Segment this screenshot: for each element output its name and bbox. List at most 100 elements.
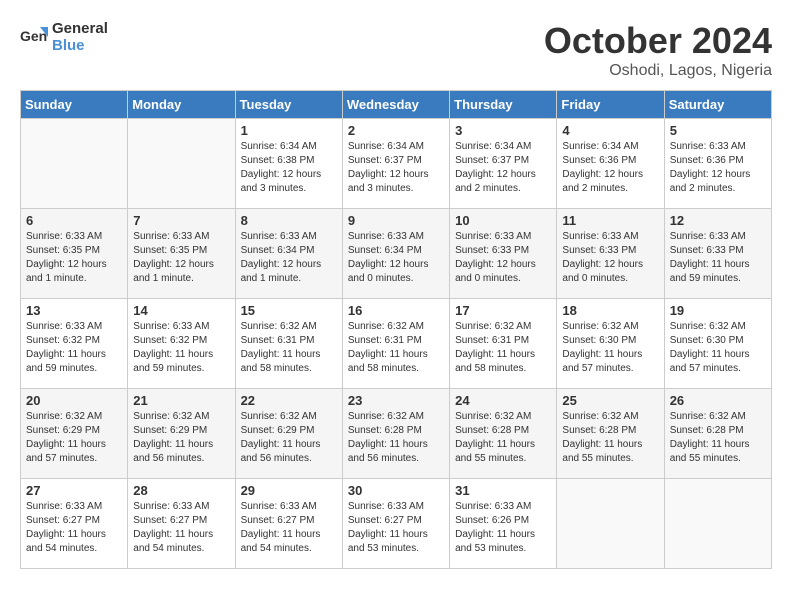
- day-info: Sunrise: 6:33 AM Sunset: 6:27 PM Dayligh…: [348, 500, 444, 556]
- day-cell: [557, 479, 664, 569]
- day-info: Sunrise: 6:33 AM Sunset: 6:33 PM Dayligh…: [670, 230, 766, 286]
- day-info: Sunrise: 6:32 AM Sunset: 6:29 PM Dayligh…: [241, 410, 337, 466]
- day-cell: 12 Sunrise: 6:33 AM Sunset: 6:33 PM Dayli…: [664, 209, 771, 299]
- day-cell: 27 Sunrise: 6:33 AM Sunset: 6:27 PM Dayli…: [21, 479, 128, 569]
- day-number: 20: [26, 393, 122, 408]
- day-cell: 8 Sunrise: 6:33 AM Sunset: 6:34 PM Daylig…: [235, 209, 342, 299]
- day-number: 4: [562, 123, 658, 138]
- day-info: Sunrise: 6:32 AM Sunset: 6:30 PM Dayligh…: [562, 320, 658, 376]
- day-cell: 19Sunrise: 6:32 AM Sunset: 6:30 PM Dayli…: [664, 299, 771, 389]
- day-number: 21: [133, 393, 229, 408]
- week-row-2: 6 Sunrise: 6:33 AM Sunset: 6:35 PM Daylig…: [21, 209, 772, 299]
- location-subtitle: Oshodi, Lagos, Nigeria: [544, 62, 772, 80]
- day-number: 28: [133, 483, 229, 498]
- header-cell-sunday: Sunday: [21, 91, 128, 119]
- day-number: 24: [455, 393, 551, 408]
- logo: Gen General Blue: [20, 20, 108, 54]
- day-info: Sunrise: 6:33 AM Sunset: 6:34 PM Dayligh…: [241, 230, 337, 286]
- day-number: 14: [133, 303, 229, 318]
- day-info: Sunrise: 6:32 AM Sunset: 6:28 PM Dayligh…: [455, 410, 551, 466]
- day-cell: 7 Sunrise: 6:33 AM Sunset: 6:35 PM Daylig…: [128, 209, 235, 299]
- day-info: Sunrise: 6:33 AM Sunset: 6:27 PM Dayligh…: [241, 500, 337, 556]
- header-cell-thursday: Thursday: [450, 91, 557, 119]
- day-number: 30: [348, 483, 444, 498]
- day-cell: 23 Sunrise: 6:32 AM Sunset: 6:28 PM Dayli…: [342, 389, 449, 479]
- day-cell: 26 Sunrise: 6:32 AM Sunset: 6:28 PM Dayli…: [664, 389, 771, 479]
- logo-icon: Gen: [20, 23, 48, 51]
- day-info: Sunrise: 6:33 AM Sunset: 6:32 PM Dayligh…: [26, 320, 122, 376]
- header-cell-saturday: Saturday: [664, 91, 771, 119]
- day-info: Sunrise: 6:34 AM Sunset: 6:37 PM Dayligh…: [455, 140, 551, 196]
- day-info: Sunrise: 6:32 AM Sunset: 6:28 PM Dayligh…: [562, 410, 658, 466]
- day-info: Sunrise: 6:32 AM Sunset: 6:31 PM Dayligh…: [241, 320, 337, 376]
- title-block: October 2024 Oshodi, Lagos, Nigeria: [544, 20, 772, 80]
- day-number: 6: [26, 213, 122, 228]
- logo-text-line2: Blue: [52, 37, 108, 54]
- day-number: 5: [670, 123, 766, 138]
- day-number: 7: [133, 213, 229, 228]
- day-number: 22: [241, 393, 337, 408]
- day-info: Sunrise: 6:34 AM Sunset: 6:38 PM Dayligh…: [241, 140, 337, 196]
- week-row-3: 13 Sunrise: 6:33 AM Sunset: 6:32 PM Dayli…: [21, 299, 772, 389]
- day-info: Sunrise: 6:32 AM Sunset: 6:29 PM Dayligh…: [26, 410, 122, 466]
- day-info: Sunrise: 6:32 AM Sunset: 6:31 PM Dayligh…: [348, 320, 444, 376]
- day-number: 8: [241, 213, 337, 228]
- day-cell: 31 Sunrise: 6:33 AM Sunset: 6:26 PM Dayli…: [450, 479, 557, 569]
- day-cell: 20 Sunrise: 6:32 AM Sunset: 6:29 PM Dayli…: [21, 389, 128, 479]
- day-number: 18: [562, 303, 658, 318]
- day-number: 12: [670, 213, 766, 228]
- calendar-header: SundayMondayTuesdayWednesdayThursdayFrid…: [21, 91, 772, 119]
- day-info: Sunrise: 6:33 AM Sunset: 6:33 PM Dayligh…: [455, 230, 551, 286]
- week-row-5: 27 Sunrise: 6:33 AM Sunset: 6:27 PM Dayli…: [21, 479, 772, 569]
- day-number: 13: [26, 303, 122, 318]
- day-number: 23: [348, 393, 444, 408]
- header-cell-monday: Monday: [128, 91, 235, 119]
- header-cell-wednesday: Wednesday: [342, 91, 449, 119]
- calendar-body: 1 Sunrise: 6:34 AM Sunset: 6:38 PM Daylig…: [21, 119, 772, 569]
- day-info: Sunrise: 6:33 AM Sunset: 6:34 PM Dayligh…: [348, 230, 444, 286]
- day-number: 19: [670, 303, 766, 318]
- day-number: 1: [241, 123, 337, 138]
- day-number: 16: [348, 303, 444, 318]
- day-info: Sunrise: 6:32 AM Sunset: 6:28 PM Dayligh…: [348, 410, 444, 466]
- day-cell: 22 Sunrise: 6:32 AM Sunset: 6:29 PM Dayli…: [235, 389, 342, 479]
- day-info: Sunrise: 6:33 AM Sunset: 6:33 PM Dayligh…: [562, 230, 658, 286]
- day-info: Sunrise: 6:33 AM Sunset: 6:27 PM Dayligh…: [133, 500, 229, 556]
- day-cell: 9 Sunrise: 6:33 AM Sunset: 6:34 PM Daylig…: [342, 209, 449, 299]
- day-info: Sunrise: 6:33 AM Sunset: 6:35 PM Dayligh…: [26, 230, 122, 286]
- day-cell: 25 Sunrise: 6:32 AM Sunset: 6:28 PM Dayli…: [557, 389, 664, 479]
- day-info: Sunrise: 6:33 AM Sunset: 6:35 PM Dayligh…: [133, 230, 229, 286]
- day-cell: 5Sunrise: 6:33 AM Sunset: 6:36 PM Daylig…: [664, 119, 771, 209]
- day-number: 15: [241, 303, 337, 318]
- day-number: 26: [670, 393, 766, 408]
- day-cell: 18 Sunrise: 6:32 AM Sunset: 6:30 PM Dayli…: [557, 299, 664, 389]
- day-cell: 15 Sunrise: 6:32 AM Sunset: 6:31 PM Dayli…: [235, 299, 342, 389]
- day-info: Sunrise: 6:33 AM Sunset: 6:32 PM Dayligh…: [133, 320, 229, 376]
- day-cell: 21Sunrise: 6:32 AM Sunset: 6:29 PM Dayli…: [128, 389, 235, 479]
- day-cell: 24 Sunrise: 6:32 AM Sunset: 6:28 PM Dayli…: [450, 389, 557, 479]
- day-number: 27: [26, 483, 122, 498]
- day-cell: 16 Sunrise: 6:32 AM Sunset: 6:31 PM Dayli…: [342, 299, 449, 389]
- month-title: October 2024: [544, 20, 772, 62]
- day-info: Sunrise: 6:34 AM Sunset: 6:36 PM Dayligh…: [562, 140, 658, 196]
- day-info: Sunrise: 6:32 AM Sunset: 6:28 PM Dayligh…: [670, 410, 766, 466]
- page-header: Gen General Blue October 2024 Oshodi, La…: [20, 20, 772, 80]
- day-cell: 29 Sunrise: 6:33 AM Sunset: 6:27 PM Dayli…: [235, 479, 342, 569]
- day-number: 9: [348, 213, 444, 228]
- day-number: 31: [455, 483, 551, 498]
- day-cell: 14 Sunrise: 6:33 AM Sunset: 6:32 PM Dayli…: [128, 299, 235, 389]
- day-info: Sunrise: 6:32 AM Sunset: 6:31 PM Dayligh…: [455, 320, 551, 376]
- logo-text-line1: General: [52, 20, 108, 37]
- day-number: 29: [241, 483, 337, 498]
- day-info: Sunrise: 6:33 AM Sunset: 6:26 PM Dayligh…: [455, 500, 551, 556]
- day-number: 25: [562, 393, 658, 408]
- day-info: Sunrise: 6:33 AM Sunset: 6:27 PM Dayligh…: [26, 500, 122, 556]
- calendar-table: SundayMondayTuesdayWednesdayThursdayFrid…: [20, 90, 772, 569]
- day-cell: 4 Sunrise: 6:34 AM Sunset: 6:36 PM Daylig…: [557, 119, 664, 209]
- day-cell: 13 Sunrise: 6:33 AM Sunset: 6:32 PM Dayli…: [21, 299, 128, 389]
- week-row-1: 1 Sunrise: 6:34 AM Sunset: 6:38 PM Daylig…: [21, 119, 772, 209]
- header-row: SundayMondayTuesdayWednesdayThursdayFrid…: [21, 91, 772, 119]
- day-cell: 2Sunrise: 6:34 AM Sunset: 6:37 PM Daylig…: [342, 119, 449, 209]
- week-row-4: 20 Sunrise: 6:32 AM Sunset: 6:29 PM Dayli…: [21, 389, 772, 479]
- header-cell-friday: Friday: [557, 91, 664, 119]
